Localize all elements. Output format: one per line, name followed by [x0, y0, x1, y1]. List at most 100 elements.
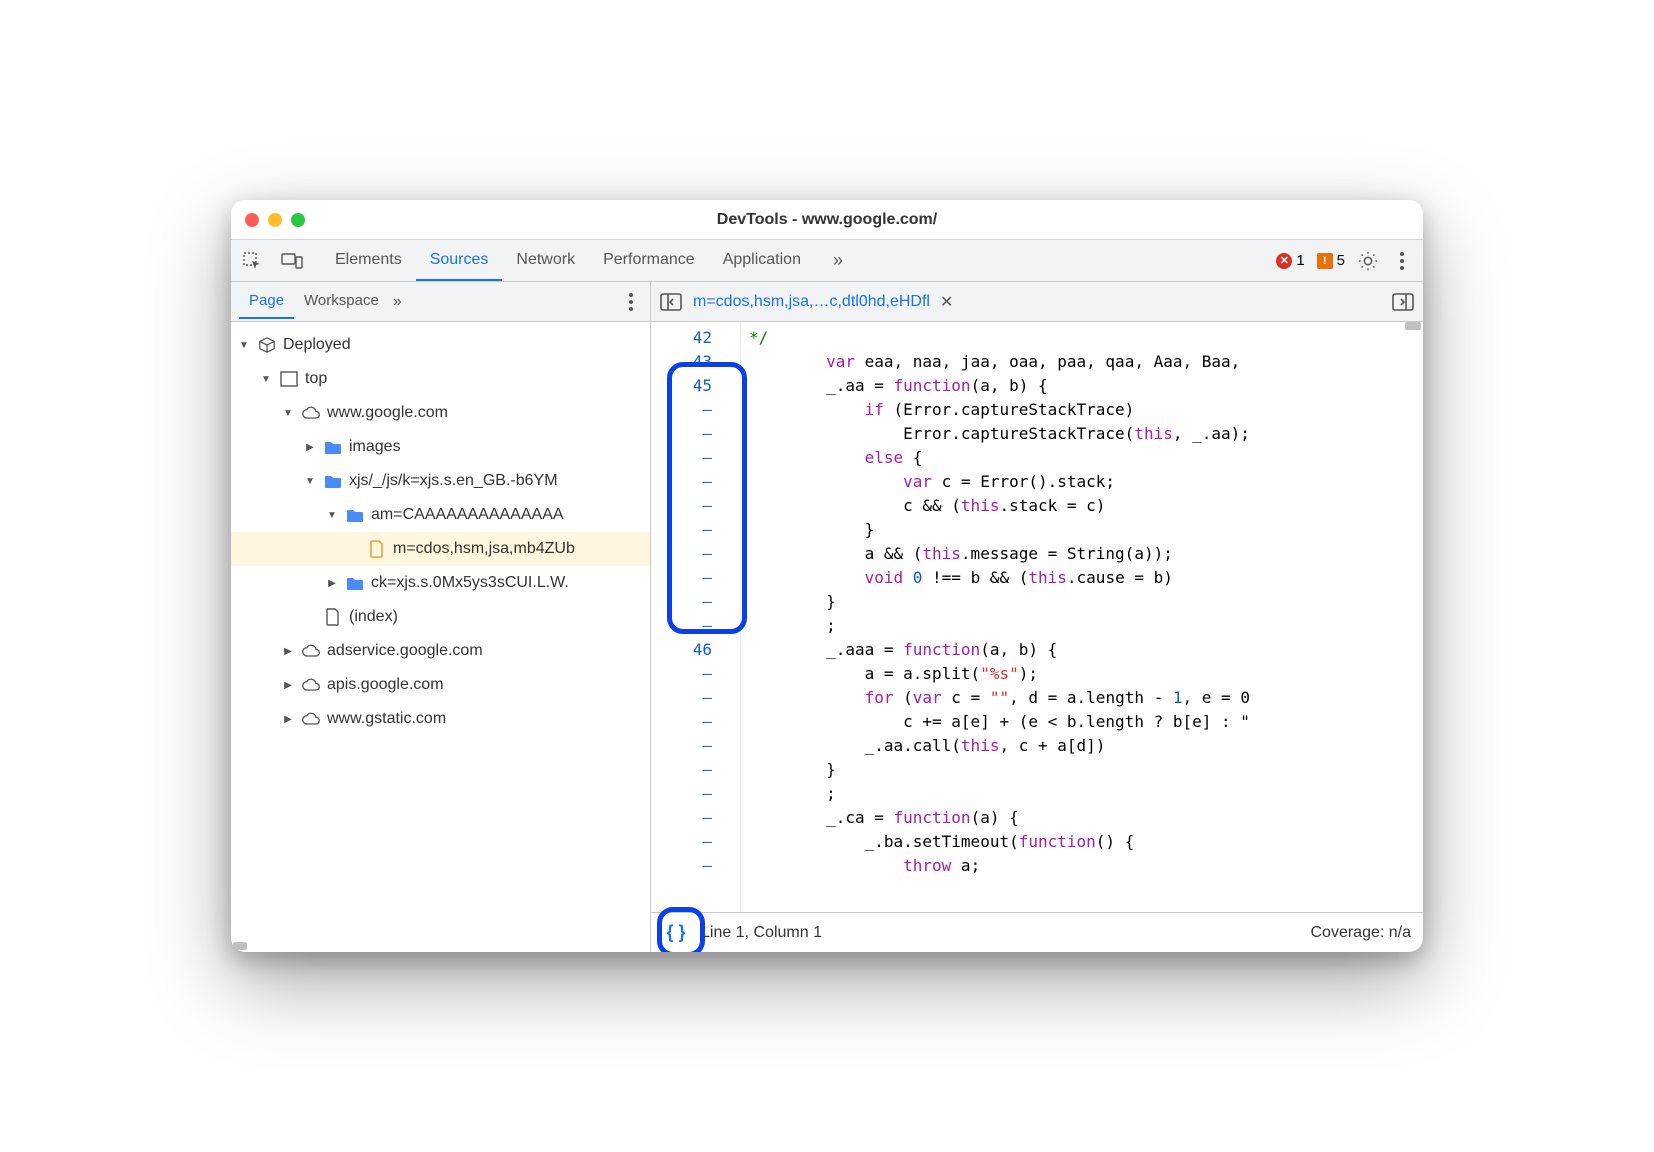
gutter-line[interactable]: – [651, 470, 712, 494]
settings-icon[interactable] [1357, 250, 1379, 272]
panel-tab-application[interactable]: Application [709, 241, 815, 281]
tree-item[interactable]: ▶images [231, 430, 650, 464]
gutter-line[interactable]: – [651, 734, 712, 758]
code-line[interactable]: } [749, 590, 1423, 614]
code-editor[interactable]: 424345––––––––––46––––––––– */ var eaa, … [651, 322, 1423, 912]
code-line[interactable]: } [749, 518, 1423, 542]
gutter-line[interactable]: – [651, 710, 712, 734]
tree-item[interactable]: ▼ Deployed [231, 328, 650, 362]
code-line[interactable]: void 0 !== b && (this.cause = b) [749, 566, 1423, 590]
gutter-line[interactable]: – [651, 686, 712, 710]
tree-item[interactable]: ▼xjs/_/js/k=xjs.s.en_GB.-b6YM [231, 464, 650, 498]
code-line[interactable]: ; [749, 782, 1423, 806]
tree-item[interactable]: m=cdos,hsm,jsa,mb4ZUb [231, 532, 650, 566]
toggle-navigator-icon[interactable] [659, 290, 683, 314]
code-line[interactable]: ; [749, 614, 1423, 638]
tree-item-label: am=CAAAAAAAAAAAAAA [371, 506, 564, 524]
more-panels-icon[interactable]: » [833, 250, 843, 271]
toggle-debugger-icon[interactable] [1391, 290, 1415, 314]
inspect-element-icon[interactable] [241, 250, 263, 272]
tree-arrow-icon[interactable]: ▶ [281, 680, 295, 691]
tree-arrow-icon[interactable]: ▶ [281, 646, 295, 657]
code-line[interactable]: _.aa = function(a, b) { [749, 374, 1423, 398]
main-toolbar: ElementsSourcesNetworkPerformanceApplica… [231, 240, 1423, 282]
code-line[interactable]: a && (this.message = String(a)); [749, 542, 1423, 566]
panel-tab-network[interactable]: Network [502, 241, 589, 281]
tree-item[interactable]: ▼ am=CAAAAAAAAAAAAAA [231, 498, 650, 532]
code-line[interactable]: else { [749, 446, 1423, 470]
gutter-line[interactable]: 46 [651, 638, 712, 662]
device-mode-icon[interactable] [281, 250, 303, 272]
code-line[interactable]: _.aa.call(this, c + a[d]) [749, 734, 1423, 758]
gutter-line[interactable]: – [651, 518, 712, 542]
code-line[interactable]: throw a; [749, 854, 1423, 878]
gutter-line[interactable]: – [651, 446, 712, 470]
gutter-line[interactable]: – [651, 614, 712, 638]
line-gutter[interactable]: 424345––––––––––46––––––––– [651, 322, 741, 912]
code-line[interactable]: } [749, 758, 1423, 782]
warning-count[interactable]: ! 5 [1317, 252, 1345, 269]
tree-item[interactable]: ▶www.gstatic.com [231, 702, 650, 736]
scroll-thumb[interactable] [233, 942, 247, 950]
more-options-icon[interactable] [1391, 250, 1413, 272]
code-line[interactable]: c && (this.stack = c) [749, 494, 1423, 518]
error-count[interactable]: ✕ 1 [1276, 252, 1304, 269]
tree-item-label: Deployed [283, 336, 351, 354]
tree-item[interactable]: ▼top [231, 362, 650, 396]
panel-tab-sources[interactable]: Sources [416, 241, 503, 281]
gutter-line[interactable]: – [651, 422, 712, 446]
navigator-more-tabs-icon[interactable]: » [393, 293, 402, 311]
tree-arrow-icon[interactable]: ▶ [281, 714, 295, 725]
panel-tab-performance[interactable]: Performance [589, 241, 709, 281]
panel-tab-elements[interactable]: Elements [321, 241, 416, 281]
tree-item[interactable]: ▶ck=xjs.s.0Mx5ys3sCUI.L.W. [231, 566, 650, 600]
tree-arrow-icon[interactable]: ▼ [325, 510, 339, 521]
navigator-tab-page[interactable]: Page [239, 284, 294, 319]
gutter-line[interactable]: – [651, 854, 712, 878]
gutter-line[interactable]: – [651, 590, 712, 614]
code-line[interactable]: for (var c = "", d = a.length - 1, e = 0 [749, 686, 1423, 710]
gutter-line[interactable]: 43 [651, 350, 712, 374]
tree-arrow-icon[interactable]: ▶ [303, 442, 317, 453]
gutter-line[interactable]: – [651, 542, 712, 566]
close-file-tab-icon[interactable]: ✕ [940, 292, 953, 312]
pretty-print-icon[interactable]: { } [663, 920, 689, 946]
gutter-line[interactable]: – [651, 566, 712, 590]
navigator-options-icon[interactable] [620, 291, 642, 313]
gutter-line[interactable]: 45 [651, 374, 712, 398]
code-line[interactable]: c += a[e] + (e < b.length ? b[e] : " [749, 710, 1423, 734]
code-content[interactable]: */ var eaa, naa, jaa, oaa, paa, qaa, Aaa… [741, 322, 1423, 912]
code-line[interactable]: if (Error.captureStackTrace) [749, 398, 1423, 422]
gutter-line[interactable]: – [651, 830, 712, 854]
gutter-line[interactable]: – [651, 806, 712, 830]
code-line[interactable]: Error.captureStackTrace(this, _.aa); [749, 422, 1423, 446]
tree-item[interactable]: ▶apis.google.com [231, 668, 650, 702]
tree-arrow-icon[interactable]: ▼ [237, 340, 251, 351]
code-line[interactable]: a = a.split("%s"); [749, 662, 1423, 686]
code-line[interactable]: _.ba.setTimeout(function() { [749, 830, 1423, 854]
gutter-line[interactable]: – [651, 662, 712, 686]
tree-item[interactable]: (index) [231, 600, 650, 634]
file-tree: ▼ Deployed ▼top▼www.google.com▶images▼xjs/… [231, 322, 650, 952]
gutter-line[interactable]: – [651, 782, 712, 806]
tree-arrow-icon[interactable]: ▼ [259, 374, 273, 385]
navigator-tab-workspace[interactable]: Workspace [294, 284, 389, 319]
code-line[interactable]: var eaa, naa, jaa, oaa, paa, qaa, Aaa, B… [749, 350, 1423, 374]
gutter-line[interactable]: 42 [651, 326, 712, 350]
gutter-line[interactable]: – [651, 398, 712, 422]
gutter-line[interactable]: – [651, 758, 712, 782]
tree-item[interactable]: ▼www.google.com [231, 396, 650, 430]
gutter-line[interactable]: – [651, 494, 712, 518]
tree-arrow-icon[interactable]: ▶ [325, 578, 339, 589]
code-line[interactable]: _.aaa = function(a, b) { [749, 638, 1423, 662]
code-line[interactable]: var c = Error().stack; [749, 470, 1423, 494]
tree-item-label: adservice.google.com [327, 642, 483, 660]
tree-arrow-icon[interactable]: ▼ [303, 476, 317, 487]
tree-arrow-icon[interactable]: ▼ [281, 408, 295, 419]
code-line[interactable]: */ [749, 326, 1423, 350]
code-line[interactable]: _.ca = function(a) { [749, 806, 1423, 830]
cloud-icon [301, 406, 321, 420]
scroll-thumb-top[interactable] [1405, 322, 1421, 330]
tree-item[interactable]: ▶ adservice.google.com [231, 634, 650, 668]
open-file-tab[interactable]: m=cdos,hsm,jsa,…c,dtl0hd,eHDfl ✕ [693, 292, 953, 312]
